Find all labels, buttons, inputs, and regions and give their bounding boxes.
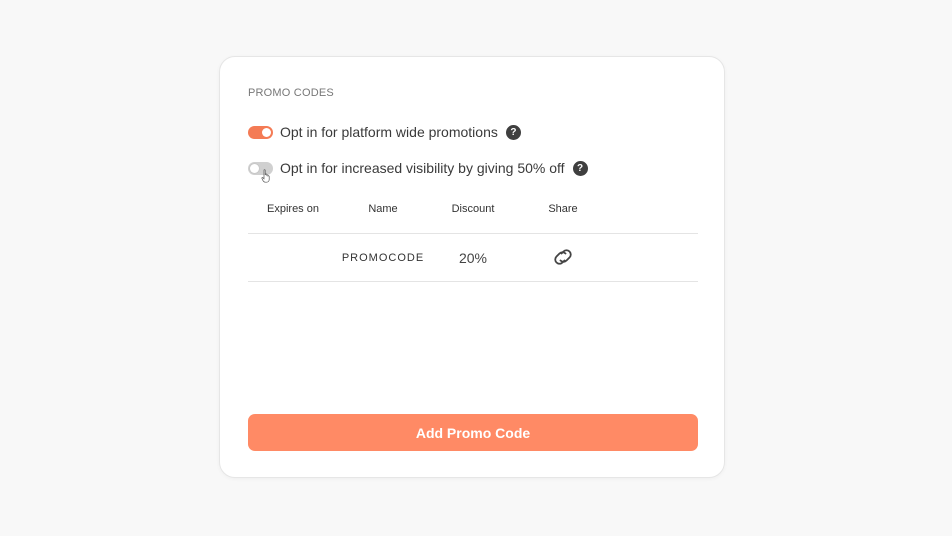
column-header-discount: Discount (451, 203, 495, 215)
promo-codes-table: Expires on Name Discount Share PROMOCODE… (248, 195, 698, 282)
cell-promo-name: PROMOCODE (341, 252, 425, 264)
increased-visibility-label: Opt in for increased visibility by givin… (280, 160, 565, 176)
promo-codes-card: PROMO CODES Opt in for platform wide pro… (219, 56, 725, 478)
column-header-expires-on: Expires on (267, 203, 319, 215)
cell-discount: 20% (458, 250, 488, 266)
add-promo-code-button[interactable]: Add Promo Code (248, 414, 698, 451)
column-header-name: Name (368, 203, 398, 215)
section-title: PROMO CODES (248, 87, 334, 99)
link-icon[interactable] (551, 247, 575, 272)
platform-promotions-option: Opt in for platform wide promotions ? (248, 122, 521, 142)
platform-promotions-toggle[interactable] (248, 125, 273, 139)
hand-pointer-icon (261, 168, 270, 183)
increased-visibility-toggle[interactable] (248, 161, 273, 183)
table-row: PROMOCODE 20% (248, 234, 698, 282)
platform-promotions-label: Opt in for platform wide promotions (280, 124, 498, 140)
increased-visibility-option: Opt in for increased visibility by givin… (248, 158, 588, 183)
table-header: Expires on Name Discount Share (248, 195, 698, 234)
toggle-knob (250, 163, 259, 173)
column-header-share: Share (548, 203, 578, 215)
toggle-knob (262, 127, 271, 137)
question-circle-icon[interactable]: ? (572, 160, 588, 176)
question-circle-icon[interactable]: ? (505, 124, 521, 140)
